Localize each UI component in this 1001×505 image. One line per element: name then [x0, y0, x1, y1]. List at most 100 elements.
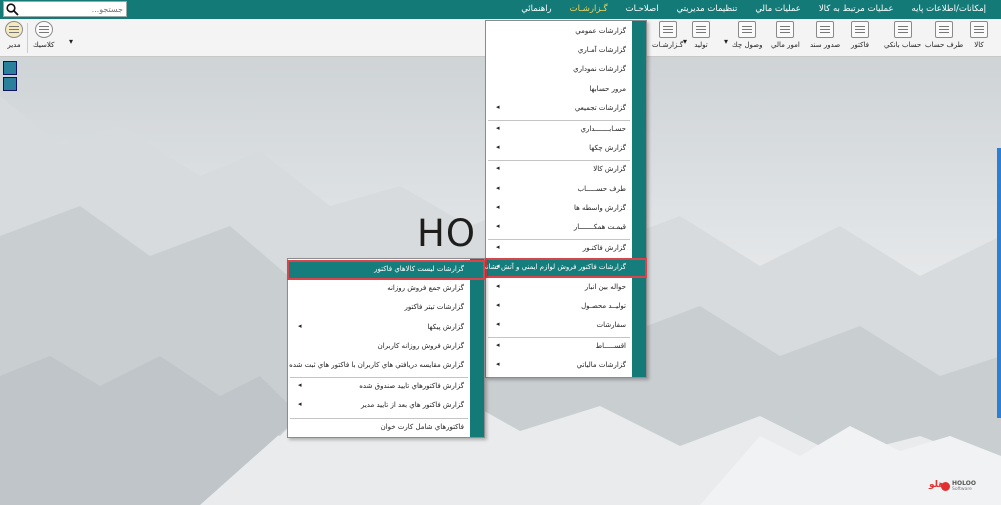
menu-financial-operations[interactable]: عمليات مالي: [746, 0, 809, 19]
toolbar-label: وصول چك: [732, 41, 763, 49]
menu-item[interactable]: گزارشات آمـاري: [486, 42, 646, 60]
menu-item-label: قيمـت همكـــــــار: [573, 223, 626, 231]
menu-item-label: اقســـــاط: [595, 342, 626, 351]
menu-item[interactable]: گزارش جمع فروش روزانه: [288, 280, 484, 298]
menu-item[interactable]: گزارش كالا ◂: [486, 161, 646, 179]
menubar-items: إمكانات/اطلاعات پايه عمليات مرتبط به كال…: [512, 0, 995, 19]
toolbar-production-button[interactable]: توليد: [692, 21, 710, 55]
menu-item[interactable]: سفارشات ◂: [486, 317, 646, 335]
toolbar-reports-button[interactable]: گـزارشـات: [652, 21, 683, 55]
menu-item[interactable]: گزارشات فاكتور فروش لوازم ايمني و آتش نش…: [481, 258, 647, 279]
submenu-arrow-icon: ◂: [496, 243, 500, 252]
toolbar-label: مدير: [7, 41, 21, 49]
menu-item[interactable]: گزارشات ليست كالاهاي فاكتور: [287, 260, 485, 280]
toolbar-label: امور مالي: [771, 41, 800, 49]
menu-item-label: گزارشات آمـاري: [577, 46, 626, 55]
menu-item[interactable]: حواله بين انبار ◂: [486, 279, 646, 297]
report-icon: [658, 21, 677, 38]
menu-item-label: حسـابـــــــداري: [580, 125, 626, 133]
menu-item-label: گزارشات مالياتي: [576, 361, 626, 370]
submenu-arrow-icon: ◂: [298, 381, 302, 390]
menu-item-operations[interactable]: عمليات مرتبط به كالا: [810, 0, 903, 19]
menu-item[interactable]: گزارش پيكها ◂: [288, 319, 484, 337]
menu-item-label: گزارش فاكتورهاي تاييد صندوق شده: [359, 382, 464, 391]
menu-item-label: گزارشات فاكتور فروش لوازم ايمني و آتش نش…: [480, 263, 626, 272]
menu-item-label: گزارش جمع فروش روزانه: [387, 284, 464, 293]
menu-item-label: فاكتورهاي شامل كارت خوان: [380, 422, 464, 431]
menu-help[interactable]: راهنمائي: [512, 0, 560, 19]
toolbar-voucher-button[interactable]: صدور سند: [810, 21, 840, 55]
document-icon: [816, 21, 835, 38]
submenu-arrow-icon: ◂: [298, 400, 302, 409]
manager-icon: [5, 21, 23, 38]
toolbar-account-party-button[interactable]: طرف حساب: [925, 21, 963, 55]
toolbar-label: حساب بانكي: [884, 41, 922, 49]
submenu-arrow-icon: ◂: [496, 281, 500, 290]
factory-icon: [692, 21, 710, 38]
toolbar-financial-affairs-button[interactable]: امور مالي: [771, 21, 800, 55]
menu-item-label: گزارش فروش روزانه كاربران: [377, 341, 464, 350]
toolbar-classic-button[interactable]: كلاسيك: [33, 21, 54, 55]
user-icon[interactable]: [3, 77, 17, 91]
submenu-arrow-icon: ◂: [496, 202, 500, 211]
menu-item[interactable]: گزارش فاكتور هاي بعد از تاييد مدير ◂: [288, 397, 484, 415]
info-icon[interactable]: [3, 61, 17, 75]
menu-item[interactable]: گزارش مقايسه دريافتي هاي كاربران با فاكت…: [288, 357, 484, 375]
menu-item[interactable]: گزارشات مالياتي ◂: [486, 357, 646, 375]
search-input[interactable]: [22, 2, 126, 16]
menu-management-settings[interactable]: تنظيمات مديريتي: [668, 0, 747, 19]
menu-item-label: طرف حســـــاب: [577, 184, 626, 193]
main-menubar: إمكانات/اطلاعات پايه عمليات مرتبط به كال…: [0, 0, 1001, 19]
search-icon[interactable]: [6, 3, 19, 16]
menu-item[interactable]: گزارش فاكتـور ◂: [486, 240, 646, 258]
menu-basic-info[interactable]: إمكانات/اطلاعات پايه: [903, 0, 995, 19]
menu-item-label: گزارشات نموداري: [573, 65, 626, 74]
logo-sub-text: Software: [952, 487, 972, 492]
menu-corrections[interactable]: اصلاحـات: [617, 0, 668, 19]
toolbar-invoice-button[interactable]: فاكتور: [851, 21, 869, 55]
invoice-icon: [851, 21, 869, 38]
menu-item[interactable]: مرور حسابها: [486, 81, 646, 99]
toolbar-goods-button[interactable]: كالا: [970, 21, 988, 55]
menu-item[interactable]: اقســـــاط ◂: [486, 338, 646, 356]
toolbar-label: گـزارشـات: [652, 41, 684, 49]
menu-item-label: گزارش فاكتـور: [582, 244, 626, 253]
menu-item[interactable]: قيمـت همكـــــــار ◂: [486, 219, 646, 237]
toolbar-check-receipt-button[interactable]: وصول چك: [732, 21, 762, 55]
menu-item[interactable]: گزارش فاكتورهاي تاييد صندوق شده ◂: [288, 378, 484, 396]
background-logo-text: HO: [417, 212, 476, 255]
toolbar-label: فاكتور: [851, 41, 869, 49]
submenu-arrow-icon: ◂: [496, 164, 500, 173]
menu-item[interactable]: گزارش فروش روزانه كاربران: [288, 338, 484, 356]
toolbar-bank-account-button[interactable]: حساب بانكي: [884, 21, 921, 55]
toolbar-manager-button[interactable]: مدير: [5, 21, 23, 55]
submenu-arrow-icon: ◂: [496, 341, 500, 350]
search-box[interactable]: [3, 1, 127, 17]
dropdown-arrow-icon[interactable]: ▾: [69, 37, 73, 71]
menu-item[interactable]: طرف حســـــاب ◂: [486, 181, 646, 199]
menu-item[interactable]: گزارشات نموداري: [486, 61, 646, 79]
menu-item[interactable]: گزارشات عمومي: [486, 23, 646, 41]
dropdown-arrow-icon[interactable]: ▾: [724, 37, 728, 71]
scrollbar[interactable]: [997, 148, 1001, 418]
menu-item[interactable]: گزارشات تجميعي ◂: [486, 100, 646, 118]
person-icon: [935, 21, 954, 38]
menu-item[interactable]: گزارشات تيتر فاكتور: [288, 299, 484, 317]
toolbar-label: كلاسيك: [33, 41, 55, 49]
menu-item[interactable]: گزارش واسطه ها ◂: [486, 200, 646, 218]
menu-item[interactable]: توليــد محصـول ◂: [486, 298, 646, 316]
menu-item-label: گزارشات ليست كالاهاي فاكتور: [374, 265, 464, 273]
invoice-reports-submenu: گزارشات ليست كالاهاي فاكتور گزارش جمع فرو…: [287, 258, 485, 438]
menu-reports[interactable]: گـزارشـات: [561, 0, 617, 19]
menu-item[interactable]: فاكتورهاي شامل كارت خوان: [288, 419, 484, 437]
menu-item[interactable]: حسـابـــــــداري ◂: [486, 121, 646, 139]
menu-item[interactable]: گزارش چكها ◂: [486, 140, 646, 158]
submenu-arrow-icon: ◂: [496, 102, 500, 111]
submenu-arrow-icon: ◂: [298, 321, 302, 330]
toolbar-label: صدور سند: [810, 41, 841, 49]
submenu-arrow-icon: ◂: [496, 320, 500, 328]
submenu-arrow-icon: ◂: [496, 262, 500, 271]
menu-item-label: گزارش پيكها: [427, 322, 464, 331]
dropdown-arrow-icon[interactable]: ▾: [683, 37, 687, 71]
menu-item-label: توليــد محصـول: [581, 301, 626, 310]
